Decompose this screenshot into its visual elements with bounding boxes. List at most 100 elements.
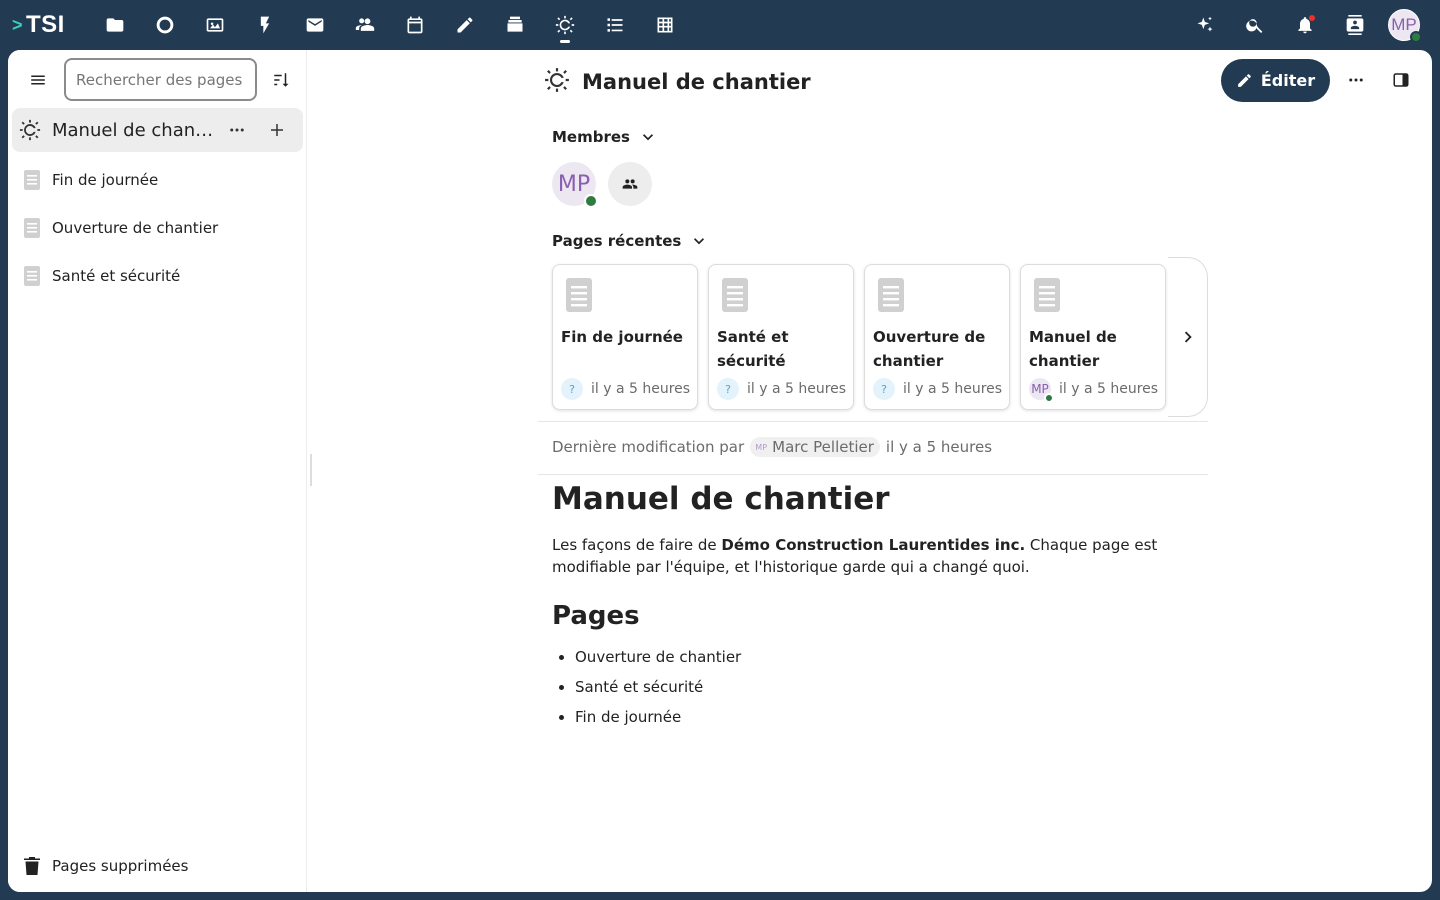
account-group-icon bbox=[622, 179, 638, 189]
recent-page-meta: ? il y a 5 heures bbox=[561, 378, 690, 400]
sidebar-page-label: Santé et sécurité bbox=[52, 267, 181, 285]
page-actions-button[interactable] bbox=[1336, 60, 1376, 100]
header-actions: MP bbox=[1180, 0, 1440, 50]
intro-text-before: Les façons de faire de bbox=[552, 536, 722, 554]
flash-icon[interactable] bbox=[240, 0, 290, 50]
pages-heading: Pages bbox=[552, 601, 640, 631]
member-avatar-initials: MP bbox=[557, 171, 591, 197]
last-modified-info: Dernière modification par MP Marc Pellet… bbox=[552, 436, 992, 458]
collectives-icon bbox=[12, 119, 48, 141]
recent-page-meta: ? il y a 5 heures bbox=[717, 378, 846, 400]
activity-icon[interactable] bbox=[140, 0, 190, 50]
user-chip[interactable]: MP Marc Pelletier bbox=[750, 437, 880, 457]
recent-page-meta: MP il y a 5 heures bbox=[1029, 378, 1159, 403]
last-modified-time: il y a 5 heures bbox=[885, 438, 993, 456]
page-title: Manuel de chantier bbox=[582, 70, 811, 94]
sidebar-page-item[interactable]: Fin de journée bbox=[12, 158, 303, 202]
collective-actions-button[interactable] bbox=[217, 110, 257, 150]
top-bar: > TSI MP bbox=[0, 0, 1440, 50]
online-status-indicator bbox=[584, 194, 598, 208]
deck-icon[interactable] bbox=[490, 0, 540, 50]
toggle-right-sidebar-button[interactable] bbox=[1381, 60, 1421, 100]
logo-text: TSI bbox=[26, 11, 65, 38]
document-intro: Les façons de faire de Démo Construction… bbox=[552, 534, 1192, 578]
page-icon bbox=[721, 277, 749, 318]
tasks-icon[interactable] bbox=[590, 0, 640, 50]
user-avatar[interactable]: MP bbox=[1388, 9, 1422, 43]
contacts-menu-icon[interactable] bbox=[1330, 0, 1380, 50]
recent-page-time: il y a 5 heures bbox=[591, 381, 691, 397]
photos-icon[interactable] bbox=[190, 0, 240, 50]
more-horizontal-icon bbox=[1349, 78, 1363, 82]
calendar-icon[interactable] bbox=[390, 0, 440, 50]
recent-page-title: Ouverture de chantier bbox=[873, 328, 986, 370]
sort-icon bbox=[274, 73, 289, 87]
recent-pages-heading: Pages récentes bbox=[552, 232, 682, 250]
divider bbox=[538, 474, 1208, 475]
pages-list: Ouverture de chantier Santé et sécurité … bbox=[552, 642, 1192, 732]
sidebar-page-item[interactable]: Ouverture de chantier bbox=[12, 206, 303, 250]
recent-page-card[interactable]: Santé et sécurité ? il y a 5 heures bbox=[708, 264, 854, 410]
app-menu bbox=[90, 0, 690, 50]
page-icon bbox=[12, 169, 52, 191]
manage-members-button[interactable] bbox=[608, 162, 652, 206]
unknown-user-badge: ? bbox=[717, 378, 739, 400]
logo-chevron: > bbox=[12, 14, 24, 35]
collective-root-item[interactable]: Manuel de chantier bbox=[12, 108, 303, 152]
page-icon bbox=[1033, 277, 1061, 318]
page-document: Manuel de chantier Les façons de faire d… bbox=[552, 480, 1192, 732]
page-content: Manuel de chantier Éditer Membres MP Pag… bbox=[308, 50, 1432, 892]
divider bbox=[538, 421, 1208, 422]
sort-pages-button[interactable] bbox=[261, 62, 301, 98]
page-icon bbox=[12, 265, 52, 287]
recent-page-title: Santé et sécurité bbox=[717, 328, 789, 370]
more-horizontal-icon bbox=[230, 128, 244, 132]
chevron-down-icon bbox=[694, 238, 705, 245]
chevron-down-icon bbox=[642, 134, 653, 141]
member-avatar[interactable]: MP bbox=[552, 162, 598, 208]
members-toggle[interactable]: Membres bbox=[552, 123, 658, 151]
recent-page-title: Manuel de chantier bbox=[1029, 328, 1117, 370]
recent-page-meta: ? il y a 5 heures bbox=[873, 378, 1002, 400]
edit-button[interactable]: Éditer bbox=[1221, 59, 1330, 102]
notes-icon[interactable] bbox=[440, 0, 490, 50]
tables-icon[interactable] bbox=[640, 0, 690, 50]
page-sidebar: Manuel de chantier Fin de journée Ouvert… bbox=[8, 50, 312, 892]
page-header: Manuel de chantier bbox=[544, 64, 811, 100]
user-badge: MP bbox=[1029, 378, 1054, 403]
contacts-icon[interactable] bbox=[340, 0, 390, 50]
mail-icon[interactable] bbox=[290, 0, 340, 50]
navigation-toggle-button[interactable] bbox=[18, 62, 58, 98]
sidebar-page-item[interactable]: Santé et sécurité bbox=[12, 254, 303, 298]
hamburger-menu-icon bbox=[31, 75, 45, 85]
intro-company-name: Démo Construction Laurentides inc. bbox=[721, 536, 1026, 554]
app-logo[interactable]: > TSI bbox=[12, 10, 65, 40]
app-window: Manuel de chantier Fin de journée Ouvert… bbox=[8, 50, 1432, 892]
recent-page-time: il y a 5 heures bbox=[1059, 381, 1159, 397]
unknown-user-badge: ? bbox=[561, 378, 583, 400]
deleted-pages-button[interactable]: Pages supprimées bbox=[12, 844, 303, 888]
online-status-indicator bbox=[1410, 31, 1422, 43]
pages-list-item: Santé et sécurité bbox=[575, 672, 1192, 702]
assistant-sparkle-icon[interactable] bbox=[1180, 0, 1230, 50]
user-chip-name: Marc Pelletier bbox=[772, 438, 874, 456]
add-page-button[interactable] bbox=[257, 110, 297, 150]
members-heading: Membres bbox=[552, 128, 630, 146]
files-icon[interactable] bbox=[90, 0, 140, 50]
collectives-icon[interactable] bbox=[540, 0, 590, 50]
search-icon[interactable] bbox=[1230, 0, 1280, 50]
recent-page-card[interactable]: Ouverture de chantier ? il y a 5 heures bbox=[864, 264, 1010, 410]
collectives-icon bbox=[544, 67, 570, 98]
recent-page-time: il y a 5 heures bbox=[747, 381, 847, 397]
sidebar-page-label: Fin de journée bbox=[52, 171, 159, 189]
pencil-icon bbox=[1237, 74, 1251, 87]
recent-page-card[interactable]: Manuel de chantier MP il y a 5 heures bbox=[1020, 264, 1166, 410]
notification-dot bbox=[1309, 15, 1315, 21]
notifications-bell-icon[interactable] bbox=[1280, 0, 1330, 50]
recent-pages-toggle[interactable]: Pages récentes bbox=[552, 227, 709, 255]
page-search-input[interactable] bbox=[64, 58, 257, 101]
recent-pages-next-button[interactable] bbox=[1168, 257, 1208, 417]
recent-page-time: il y a 5 heures bbox=[903, 381, 1003, 397]
last-modified-prefix: Dernière modification par bbox=[552, 438, 745, 456]
recent-page-card[interactable]: Fin de journée ? il y a 5 heures bbox=[552, 264, 698, 410]
